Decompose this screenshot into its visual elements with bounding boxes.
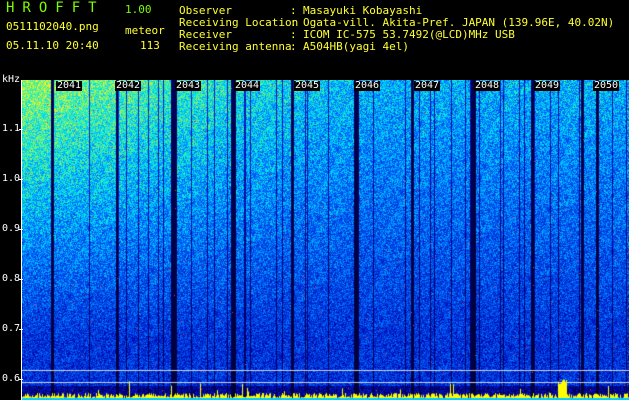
time-tick-2050: 2050	[593, 80, 620, 91]
y-tick-mark	[19, 379, 23, 380]
frequency-unit-label: kHz	[2, 74, 21, 85]
meteor-count: 113	[140, 39, 160, 52]
y-tick-mark	[19, 329, 23, 330]
antenna-key: Receiving antenna	[179, 40, 292, 53]
datetime: 05.11.10 20:40	[6, 39, 99, 52]
frequency-axis	[21, 80, 22, 400]
file-name: 0511102040.png	[6, 20, 99, 33]
y-tick-0-7: 0.7	[2, 323, 21, 334]
time-tick-2042: 2042	[115, 80, 142, 91]
y-tick-mark	[19, 129, 23, 130]
time-tick-2044: 2044	[234, 80, 261, 91]
y-tick-mark	[19, 229, 23, 230]
time-tick-2041: 2041	[56, 80, 83, 91]
spectrogram	[22, 80, 629, 400]
y-tick-0-6: 0.6	[2, 373, 21, 384]
y-tick-0-9: 0.9	[2, 223, 21, 234]
time-tick-2049: 2049	[534, 80, 561, 91]
time-tick-2047: 2047	[414, 80, 441, 91]
y-tick-1-1: 1.1	[2, 123, 21, 134]
time-tick-2043: 2043	[175, 80, 202, 91]
y-tick-mark	[19, 279, 23, 280]
y-tick-mark	[19, 179, 23, 180]
y-tick-1-0: 1.0	[2, 173, 21, 184]
time-tick-2048: 2048	[474, 80, 501, 91]
antenna-colon: :	[290, 40, 297, 53]
y-tick-0-8: 0.8	[2, 273, 21, 284]
app-version: 1.00	[125, 3, 152, 16]
time-tick-2046: 2046	[354, 80, 381, 91]
meteor-label: meteor	[125, 24, 165, 37]
antenna-value: A504HB(yagi 4el)	[303, 40, 409, 53]
app-title: HROFFT	[6, 0, 105, 16]
time-tick-2045: 2045	[294, 80, 321, 91]
